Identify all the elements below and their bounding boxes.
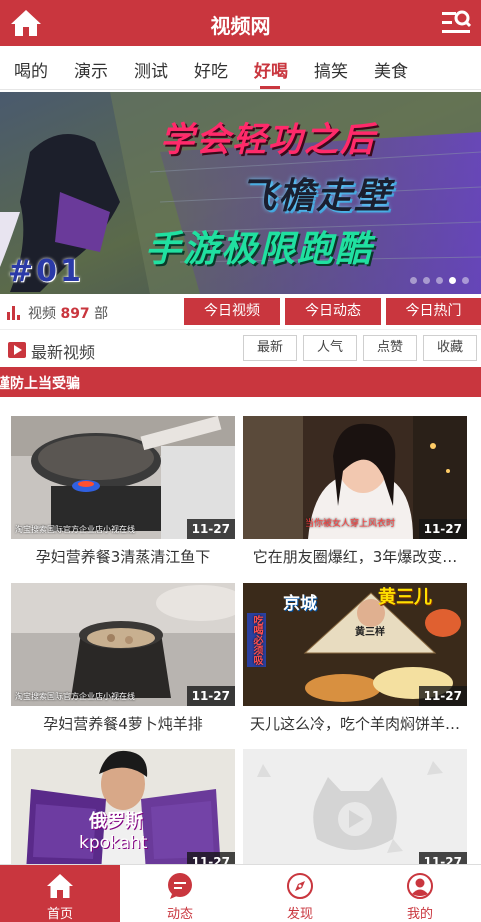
thumbnail-title-right: 黄三儿: [378, 587, 432, 608]
video-card[interactable]: 淘宝搜索国际官方企业店小视在线 11-27 孕妇营养餐4萝卜炖羊排: [11, 583, 235, 734]
video-card[interactable]: 淘宝搜索国际官方企业店小视在线 11-27 孕妇营养餐3清蒸清江鱼下: [11, 416, 235, 567]
nav-home-label: 首页: [46, 907, 73, 922]
tab-haohe[interactable]: 好喝: [254, 57, 288, 82]
video-thumbnail-placeholder[interactable]: 11-27: [243, 749, 467, 872]
latest-videos-header: 最新视频 最新 人气 点赞 收藏: [0, 332, 481, 366]
filter-favorites-button[interactable]: 收藏: [423, 335, 477, 361]
nav-mine[interactable]: 我的: [360, 865, 480, 922]
banner-headline-2: 飞檐走壁: [240, 176, 393, 217]
nav-mine-label: 我的: [406, 907, 433, 922]
carousel-dot[interactable]: [410, 277, 417, 284]
video-title[interactable]: 它在朋友圈爆红，3年爆改变…: [243, 546, 467, 567]
app-header: 视频网: [0, 0, 481, 46]
thumbnail-watermark: 淘宝搜索国际官方企业店小视在线: [15, 692, 135, 701]
page-title: 视频网: [210, 14, 271, 38]
stats-row: 视频 897 部 今日视频 今日动态 今日热门: [0, 294, 481, 330]
video-card[interactable]: 11-27: [243, 749, 467, 872]
active-tab-indicator: [260, 86, 280, 89]
video-date: 11-27: [186, 686, 235, 706]
today-videos-button[interactable]: 今日视频: [184, 298, 280, 325]
video-date: 11-27: [418, 686, 467, 706]
video-date: 11-27: [186, 519, 235, 539]
carousel-dot[interactable]: [436, 277, 443, 284]
tab-haochi[interactable]: 好吃: [194, 57, 228, 82]
video-card[interactable]: 俄罗斯 kpokaht 11-27: [11, 749, 235, 872]
tab-yanshi[interactable]: 演示: [74, 57, 108, 82]
video-count-label: 视频 897 部: [28, 306, 109, 322]
thumbnail-fan-text: 黄三样: [355, 627, 385, 638]
notice-text: 谨防上当受骗: [0, 376, 80, 392]
video-title[interactable]: 孕妇营养餐3清蒸清江鱼下: [11, 546, 235, 567]
nav-activity-label: 动态: [166, 907, 193, 922]
latest-videos-title: 最新视频: [31, 343, 96, 362]
thumbnail-badge: 吃喝必须吸: [247, 613, 266, 667]
carousel-dot[interactable]: [462, 277, 469, 284]
filter-popular-button[interactable]: 人气: [303, 335, 357, 361]
tab-ceshi[interactable]: 测试: [134, 57, 168, 82]
thumbnail-caption-top: 俄罗斯: [89, 811, 143, 832]
chat-icon: [168, 873, 192, 899]
today-hot-button[interactable]: 今日热门: [386, 298, 481, 325]
category-tabs: 喝的 演示 测试 好吃 好喝 搞笑 美食: [0, 46, 481, 90]
tab-meishi[interactable]: 美食: [374, 57, 408, 82]
video-thumbnail[interactable]: 京城 黄三儿 黄三样 吃喝必须吸 11-27: [243, 583, 467, 706]
video-title[interactable]: 孕妇营养餐4萝卜炖羊排: [11, 713, 235, 734]
thumbnail-watermark: 淘宝搜索国际官方企业店小视在线: [15, 525, 135, 534]
carousel-dot[interactable]: [423, 277, 430, 284]
home-icon: [47, 874, 73, 898]
thumbnail-caption: 当你被女人穿上风衣时: [305, 519, 396, 529]
video-thumbnail[interactable]: 当你被女人穿上风衣时 11-27: [243, 416, 467, 539]
bottom-navigation: 首页 动态 发现 我的: [0, 864, 481, 922]
bar-chart-icon: [7, 306, 20, 320]
user-icon: [407, 873, 433, 899]
video-title[interactable]: 天儿这么冷，吃个羊肉焖饼羊…: [243, 713, 467, 734]
banner-carousel[interactable]: 学会轻功之后 飞檐走壁 手游极限跑酷 #01: [0, 92, 481, 294]
nav-discover[interactable]: 发现: [240, 865, 360, 922]
nav-home[interactable]: 首页: [0, 865, 120, 922]
filter-likes-button[interactable]: 点赞: [363, 335, 417, 361]
banner-headline-1: 学会轻功之后: [160, 120, 376, 160]
nav-activity[interactable]: 动态: [120, 865, 240, 922]
nav-discover-label: 发现: [286, 907, 313, 922]
today-activity-button[interactable]: 今日动态: [285, 298, 381, 325]
thumbnail-caption-bottom: kpokaht: [79, 833, 148, 853]
tab-gaoxiao[interactable]: 搞笑: [314, 57, 348, 82]
video-count: 897: [60, 306, 90, 322]
video-card[interactable]: 当你被女人穿上风衣时 11-27 它在朋友圈爆红，3年爆改变…: [243, 416, 467, 567]
carousel-dot-active[interactable]: [449, 277, 456, 284]
video-card[interactable]: 京城 黄三儿 黄三样 吃喝必须吸 11-27 天儿这么冷，吃个羊肉焖饼羊…: [243, 583, 467, 734]
list-search-icon[interactable]: [441, 9, 471, 37]
thumbnail-title-left: 京城: [283, 594, 317, 614]
carousel-dots: [410, 277, 469, 284]
video-date: 11-27: [418, 519, 467, 539]
tab-heda[interactable]: 喝的: [14, 57, 48, 82]
video-thumbnail[interactable]: 淘宝搜索国际官方企业店小视在线 11-27: [11, 416, 235, 539]
compass-icon: [287, 873, 313, 899]
filter-newest-button[interactable]: 最新: [243, 335, 297, 361]
play-icon: [8, 342, 26, 358]
video-thumbnail[interactable]: 俄罗斯 kpokaht 11-27: [11, 749, 235, 872]
notice-marquee: 谨防上当受骗: [0, 367, 481, 397]
video-thumbnail[interactable]: 淘宝搜索国际官方企业店小视在线 11-27: [11, 583, 235, 706]
banner-headline-3: 手游极限跑酷: [145, 229, 374, 270]
banner-episode: #01: [8, 254, 84, 289]
